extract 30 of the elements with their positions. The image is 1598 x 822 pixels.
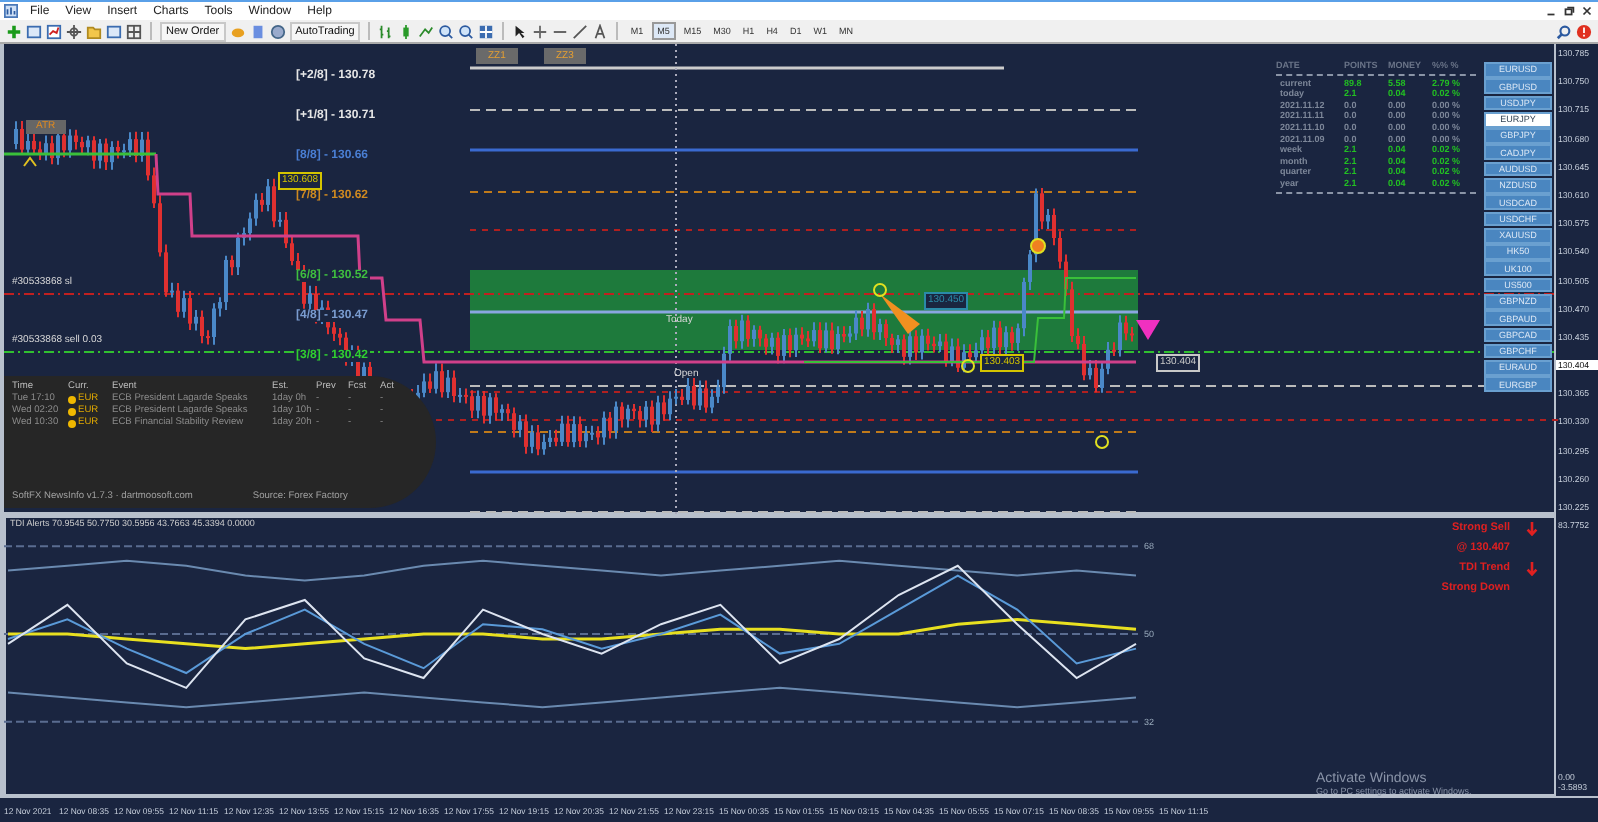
circle-marker (873, 283, 887, 297)
circle-marker (961, 359, 975, 373)
crosshair-icon[interactable] (66, 23, 82, 39)
bar-icon[interactable] (378, 23, 395, 39)
zoom-in-icon[interactable] (438, 23, 455, 39)
app-icon (4, 4, 18, 18)
down-arrow-icon (1526, 562, 1538, 576)
crosshair-icon[interactable] (532, 23, 549, 39)
notification-icon[interactable] (1576, 23, 1592, 39)
text-icon[interactable] (592, 23, 609, 39)
sell-triangle-icon (1136, 320, 1160, 340)
grid-icon[interactable] (126, 23, 142, 39)
add-icon[interactable] (6, 23, 22, 39)
arrow-marker (880, 294, 920, 334)
trend-line-icon[interactable] (572, 23, 589, 39)
document-icon[interactable] (249, 23, 266, 39)
circle-marker (1030, 238, 1046, 254)
line-icon[interactable] (418, 23, 435, 39)
search-icon[interactable] (1556, 23, 1572, 39)
circle-marker (1095, 435, 1109, 449)
restore-icon[interactable] (1562, 4, 1576, 18)
close-icon[interactable] (1580, 4, 1594, 18)
cursor-icon[interactable] (512, 23, 529, 39)
candle-icon[interactable] (398, 23, 415, 39)
down-arrow-icon (1526, 522, 1538, 536)
caret-icon (23, 156, 37, 167)
chart-icon[interactable] (46, 23, 62, 39)
zoom-out-icon[interactable] (458, 23, 475, 39)
window-icon[interactable] (106, 23, 122, 39)
window-icon[interactable] (26, 23, 42, 39)
